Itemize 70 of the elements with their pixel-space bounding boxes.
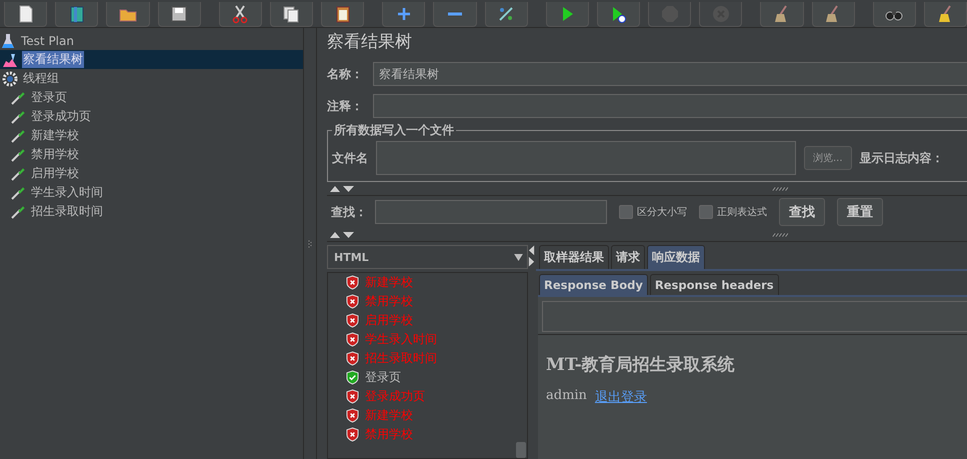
name-label: 名称： xyxy=(327,66,364,82)
gear-icon xyxy=(2,70,18,86)
tab[interactable]: 请求 xyxy=(611,245,645,269)
toolbar-button[interactable] xyxy=(321,2,364,27)
minus-icon xyxy=(448,12,462,16)
scrollbar-thumb[interactable] xyxy=(516,442,526,458)
result-item[interactable]: 登录页 xyxy=(365,369,401,386)
file-name-label: 文件名 xyxy=(332,150,368,166)
checkbox[interactable] xyxy=(699,205,713,219)
panel-title: 察看结果树 xyxy=(327,31,413,54)
pipette-icon xyxy=(10,184,26,200)
reset-button[interactable]: 重置 xyxy=(837,198,883,226)
pipette-icon xyxy=(10,90,26,106)
tree-item[interactable]: 学生录入时间 xyxy=(0,183,303,202)
tree-item[interactable]: 察看结果树 xyxy=(0,50,303,69)
toolbar-button[interactable] xyxy=(872,2,916,27)
tree-item[interactable]: 登录成功页 xyxy=(0,107,303,126)
tab[interactable]: Response headers xyxy=(650,274,779,295)
toolbar-button[interactable] xyxy=(4,2,48,27)
tree-item[interactable]: 招生录取时间 xyxy=(0,202,303,221)
toolbar-button[interactable] xyxy=(106,2,150,27)
pipette-icon xyxy=(10,108,26,124)
browse-button[interactable]: 浏览... xyxy=(804,146,852,170)
tree-item[interactable]: Test Plan xyxy=(0,31,303,50)
comment-field[interactable] xyxy=(373,94,967,118)
tree-item[interactable]: 禁用学校 xyxy=(0,145,303,164)
tree-item[interactable]: 登录页 xyxy=(0,88,303,107)
splitter-grip-icon[interactable] xyxy=(772,186,788,190)
flask-icon xyxy=(0,32,16,48)
splitter-grip-icon[interactable] xyxy=(772,232,788,236)
collapse-arrows-icon[interactable] xyxy=(528,244,535,268)
page-heading: MT-教育局招生录取系统 xyxy=(546,354,736,376)
toolbar-button[interactable] xyxy=(546,2,589,27)
toolbar-button[interactable] xyxy=(924,2,967,27)
checkbox-label: 正则表达式 xyxy=(717,206,767,219)
response-search-field[interactable] xyxy=(542,301,967,332)
chart-icon xyxy=(2,52,18,68)
search-label: 查找： xyxy=(331,204,367,220)
user-name: admin xyxy=(546,388,587,405)
comment-label: 注释： xyxy=(327,98,364,114)
collapse-arrows-icon[interactable] xyxy=(329,184,355,192)
splitter-grip-icon[interactable] xyxy=(308,240,312,248)
tab[interactable]: 取样器结果 xyxy=(539,245,609,269)
tree-item[interactable]: 启用学校 xyxy=(0,164,303,183)
tree-item[interactable]: 新建学校 xyxy=(0,126,303,145)
pipette-icon xyxy=(10,166,26,182)
toolbar-button[interactable] xyxy=(596,2,640,27)
renderer-dropdown[interactable]: HTML xyxy=(327,245,528,269)
pipette-icon xyxy=(10,204,26,220)
find-button[interactable]: 查找 xyxy=(779,198,825,226)
tab[interactable]: Response Body xyxy=(539,274,648,295)
search-field[interactable] xyxy=(375,200,607,224)
log-label: 显示日志内容： xyxy=(860,150,944,166)
caret-icon xyxy=(514,254,523,260)
pipette-icon xyxy=(10,146,26,162)
checkbox-label: 区分大小写 xyxy=(637,206,687,219)
collapse-arrows-icon[interactable] xyxy=(329,230,355,238)
logout-link[interactable]: 退出登录 xyxy=(594,388,647,406)
tree-item[interactable]: 线程组 xyxy=(0,69,303,88)
toolbar-button[interactable] xyxy=(158,2,201,27)
copy-icon xyxy=(281,4,302,24)
tab[interactable]: 响应数据 xyxy=(647,245,705,269)
toolbar-button[interactable] xyxy=(218,2,262,27)
checkbox[interactable] xyxy=(619,205,633,219)
toolbar-button[interactable] xyxy=(484,2,528,27)
group-legend: 所有数据写入一个文件 xyxy=(332,122,456,139)
toolbar-button[interactable] xyxy=(270,2,314,27)
file-name-field[interactable] xyxy=(376,141,796,175)
name-field[interactable]: 察看结果树 xyxy=(373,62,967,86)
pipette-icon xyxy=(10,128,26,144)
